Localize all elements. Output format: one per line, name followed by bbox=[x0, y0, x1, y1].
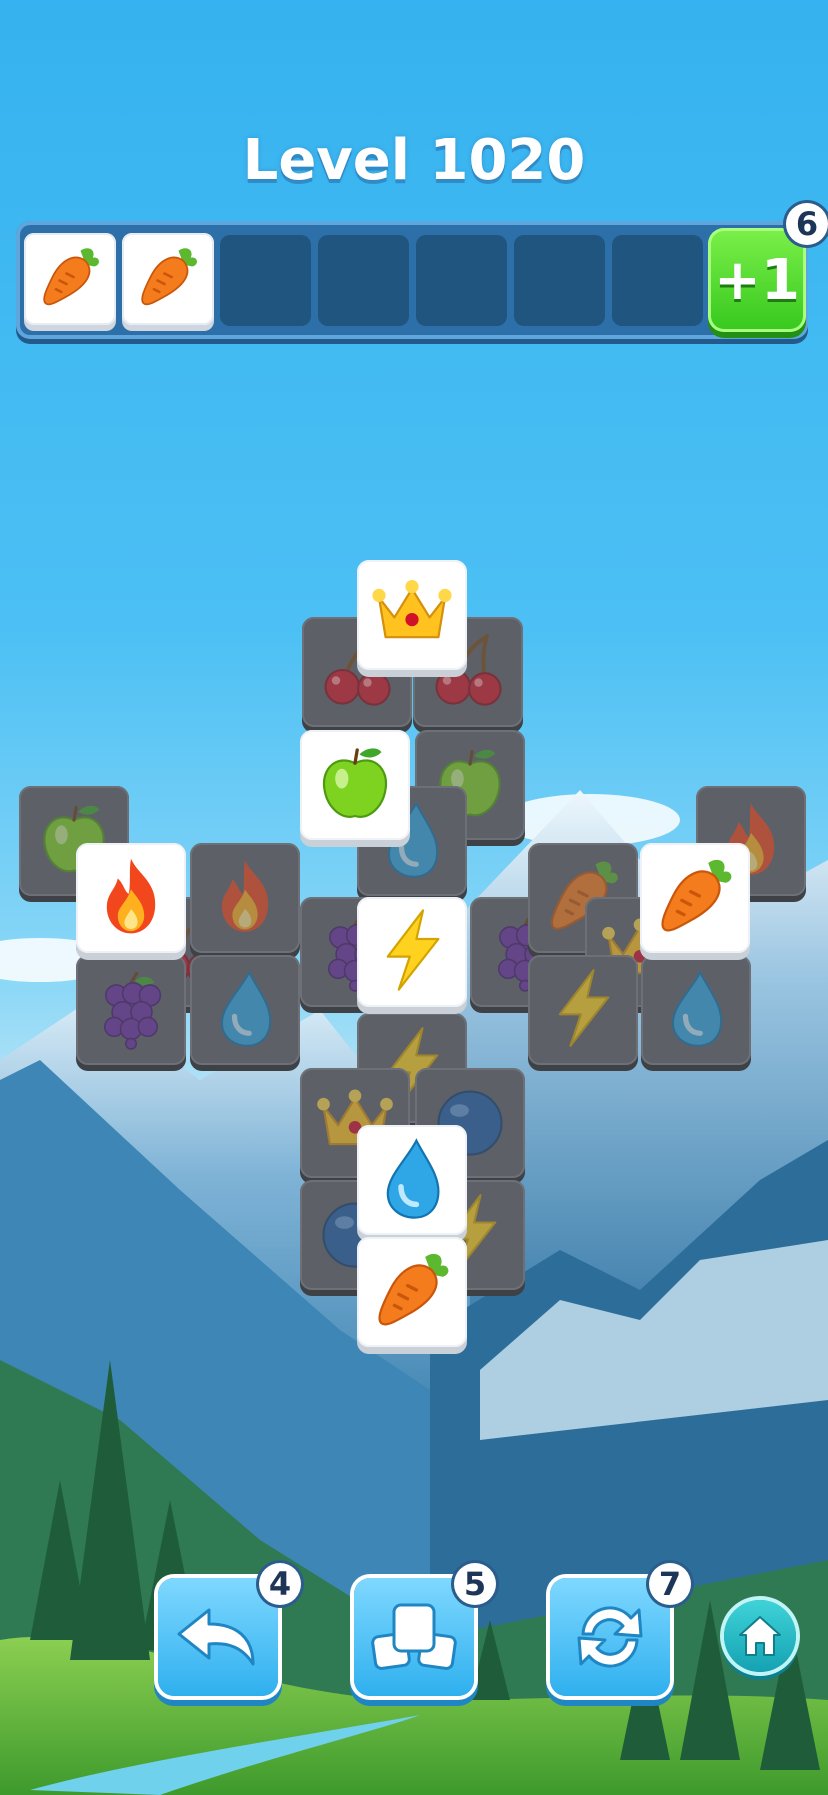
tray-slot bbox=[416, 235, 507, 326]
drop-icon bbox=[654, 966, 738, 1054]
fire-icon bbox=[203, 854, 287, 942]
bolt-icon bbox=[541, 966, 625, 1054]
blocked-tile-bolt bbox=[528, 955, 638, 1065]
home-button[interactable] bbox=[724, 1600, 796, 1672]
tray-slot bbox=[514, 235, 605, 326]
tile-apple[interactable] bbox=[300, 730, 410, 840]
crown-icon bbox=[368, 569, 456, 661]
carrot-icon bbox=[133, 242, 203, 316]
carrot-icon bbox=[35, 242, 105, 316]
fire-icon bbox=[87, 852, 175, 944]
tray-tile-carrot bbox=[122, 233, 214, 325]
tray-slot bbox=[318, 235, 409, 326]
blocked-tile-drop bbox=[641, 955, 751, 1065]
stack-icon bbox=[371, 1603, 457, 1670]
blocked-tile-grapes bbox=[76, 955, 186, 1065]
tile-tray bbox=[16, 221, 808, 339]
stack-button[interactable] bbox=[354, 1578, 474, 1696]
stack-count-badge: 5 bbox=[454, 1563, 496, 1605]
bolt-icon bbox=[368, 906, 456, 998]
tile-crown[interactable] bbox=[357, 560, 467, 670]
tile-carrot[interactable] bbox=[640, 843, 750, 953]
tray-slot bbox=[220, 235, 311, 326]
drop-icon bbox=[368, 1134, 456, 1226]
undo-count-badge: 4 bbox=[259, 1563, 301, 1605]
extra-slot-count-badge: 6 bbox=[786, 203, 828, 245]
home-icon bbox=[739, 1616, 781, 1656]
carrot-icon bbox=[651, 852, 739, 944]
apple-icon bbox=[311, 739, 399, 831]
shuffle-count-badge: 7 bbox=[649, 1563, 691, 1605]
level-title: Level 1020 bbox=[242, 128, 586, 193]
blocked-tile-drop bbox=[190, 955, 300, 1065]
undo-icon bbox=[177, 1608, 255, 1666]
undo-button[interactable] bbox=[158, 1578, 278, 1696]
tray-tile-carrot bbox=[24, 233, 116, 325]
tile-fire[interactable] bbox=[76, 843, 186, 953]
blocked-tile-fire bbox=[190, 843, 300, 953]
drop-icon bbox=[203, 966, 287, 1054]
tray-slot bbox=[612, 235, 703, 326]
tile-carrot[interactable] bbox=[357, 1237, 467, 1347]
grapes-icon bbox=[89, 966, 173, 1054]
extra-slot-button[interactable]: +1 bbox=[708, 228, 806, 332]
tile-bolt[interactable] bbox=[357, 897, 467, 1007]
shuffle-icon bbox=[577, 1606, 643, 1668]
tile-drop[interactable] bbox=[357, 1125, 467, 1235]
carrot-icon bbox=[368, 1246, 456, 1338]
